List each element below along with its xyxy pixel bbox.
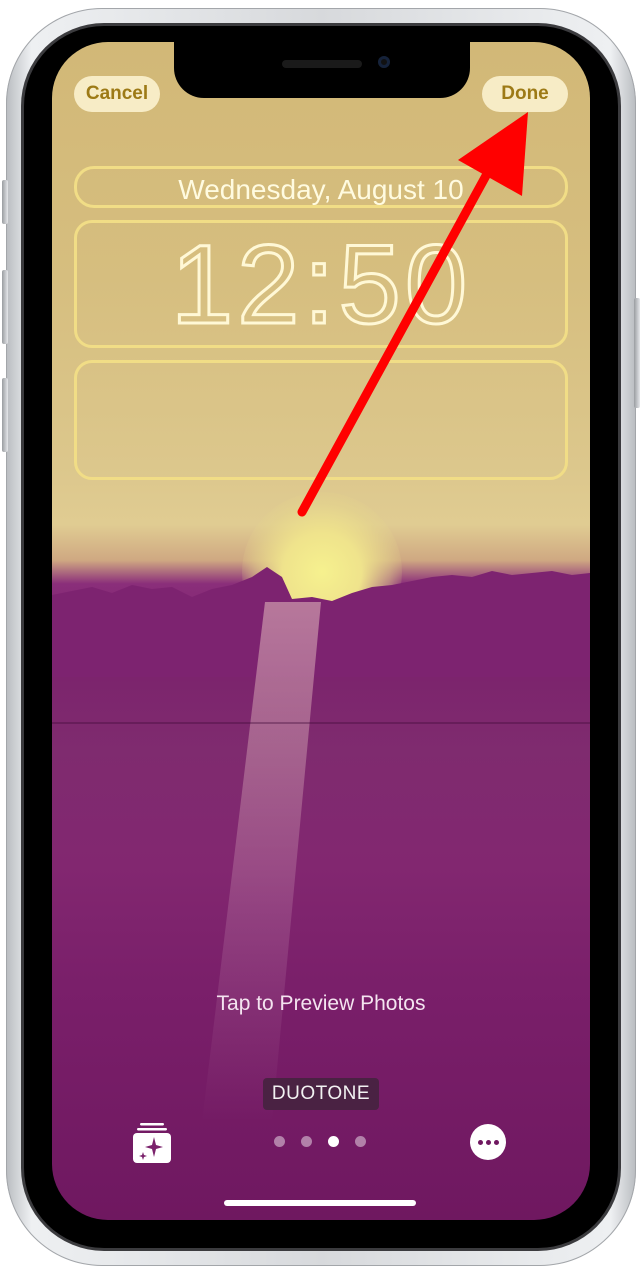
ellipsis-circle-icon [477, 1139, 483, 1145]
front-camera [378, 56, 390, 68]
cancel-button[interactable]: Cancel [74, 76, 160, 112]
page-dot-active[interactable] [328, 1136, 339, 1147]
notch [174, 42, 470, 98]
light-beam [202, 602, 321, 1122]
date-text: Wednesday, August 10 [178, 174, 464, 205]
volume-down-button [2, 378, 8, 452]
power-button [634, 298, 640, 408]
date-widget[interactable]: Wednesday, August 10 [74, 166, 568, 208]
volume-up-button [2, 270, 8, 344]
preview-photos-hint[interactable]: Tap to Preview Photos [52, 992, 590, 1016]
widgets-area[interactable] [74, 360, 568, 480]
silent-switch [2, 180, 8, 224]
page-indicator[interactable] [274, 1136, 366, 1150]
ellipsis-dot [493, 1139, 499, 1145]
page-dot[interactable] [355, 1136, 366, 1147]
road [52, 722, 590, 724]
photo-stack-sparkle-icon [133, 1123, 171, 1163]
lock-screen-editor: Cancel Done Wednesday, August 10 12:50 T… [52, 42, 590, 1220]
treeline [52, 567, 590, 677]
ellipsis-dot [485, 1139, 491, 1145]
photo-shuffle-button[interactable] [132, 1122, 172, 1164]
page-dot[interactable] [274, 1136, 285, 1147]
home-indicator[interactable] [224, 1200, 416, 1206]
filter-label: DUOTONE [263, 1078, 379, 1110]
more-options-button[interactable] [470, 1124, 506, 1160]
speaker [282, 60, 362, 68]
time-text: 12:50 [169, 222, 472, 347]
time-widget[interactable]: 12:50 [74, 220, 568, 348]
done-button[interactable]: Done [482, 76, 568, 112]
page-dot[interactable] [301, 1136, 312, 1147]
